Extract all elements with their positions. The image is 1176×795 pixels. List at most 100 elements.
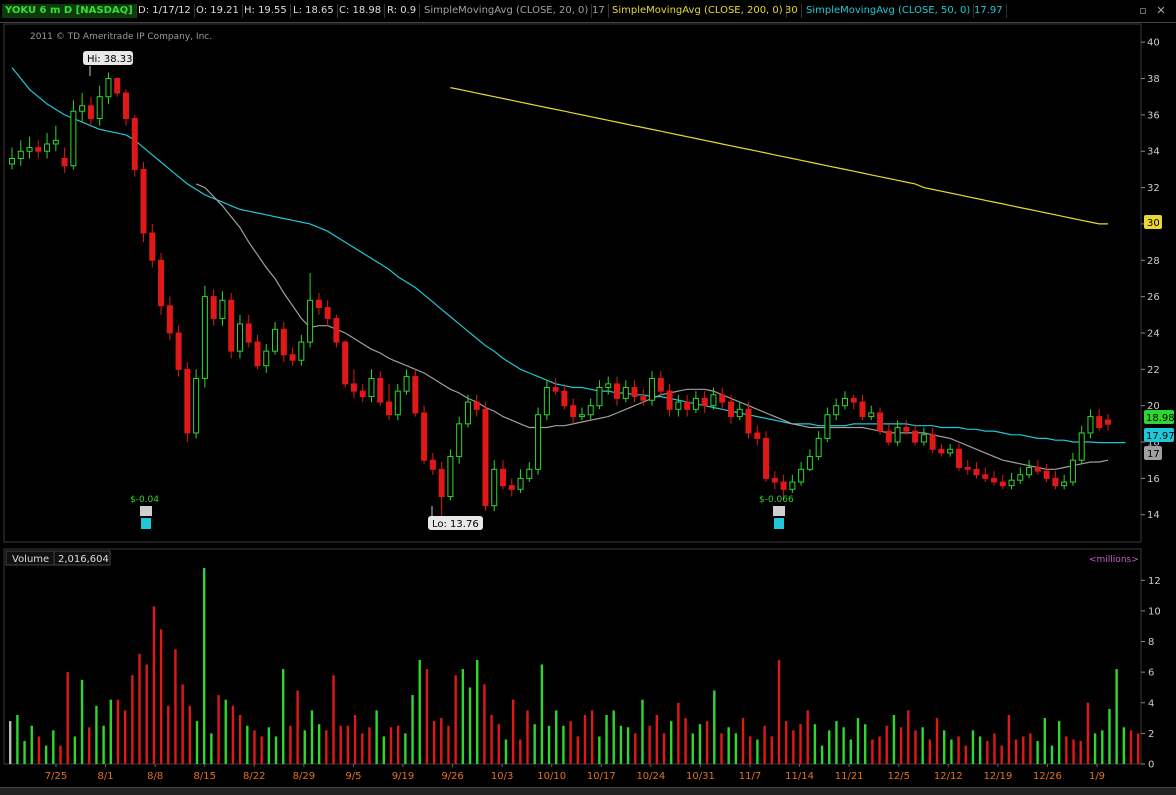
date-tick-label: 12/19 (983, 771, 1012, 782)
volume-bar (943, 730, 946, 764)
dividend-marker-1[interactable]: $-0.04 (130, 495, 159, 529)
volume-bar (1065, 736, 1068, 764)
volume-bar (677, 702, 680, 764)
candle (272, 322, 279, 355)
candle (219, 291, 226, 326)
candle-body (771, 477, 778, 483)
volume-bar (655, 715, 659, 764)
volume-bar (224, 699, 227, 764)
candle-body (1087, 416, 1094, 434)
volume-bar (806, 710, 809, 764)
volume-bar (188, 705, 192, 764)
candle (526, 462, 533, 483)
phone-icon (140, 506, 152, 516)
volume-bar (662, 733, 666, 764)
candle-body (1096, 416, 1103, 428)
volume-tick-label: 12 (1148, 576, 1161, 587)
sma50-bubble: 17.97 (1146, 431, 1175, 442)
candle-body (973, 468, 980, 476)
candle-body (763, 437, 770, 479)
candle-body (263, 350, 270, 367)
volume-bar (1137, 733, 1140, 764)
volume-bar (246, 725, 249, 764)
volume-bar (950, 739, 953, 764)
candle-body (631, 387, 638, 398)
candle-body (500, 468, 507, 487)
volume-bar (1000, 745, 1003, 764)
candle-body (947, 448, 954, 454)
report-icon (774, 518, 784, 529)
candle (850, 394, 857, 410)
volume-bar (289, 725, 292, 764)
candle-body (1043, 470, 1050, 479)
volume-bar (892, 715, 896, 764)
volume-bar (231, 705, 235, 764)
candle (245, 314, 252, 348)
candle-body (219, 299, 226, 319)
candle (1043, 463, 1050, 483)
candle (166, 296, 173, 341)
candle (315, 292, 322, 315)
candle-body (1026, 466, 1033, 476)
candle-body (570, 405, 577, 418)
candle (61, 147, 68, 174)
candle-body (798, 468, 805, 483)
candle-body (44, 143, 51, 152)
candle (70, 100, 77, 170)
candle-body (386, 401, 393, 416)
date-tick-label: 10/3 (491, 771, 513, 782)
volume-bar (296, 690, 299, 764)
candle (798, 462, 805, 486)
date-tick-label: 10/17 (587, 771, 616, 782)
candle-body (1052, 477, 1059, 487)
candle-body (429, 459, 436, 470)
candle-body (727, 401, 734, 418)
volume-bar (476, 659, 479, 764)
date-tick-label: 11/7 (739, 771, 761, 782)
candle (701, 391, 708, 413)
volume-bar (576, 736, 579, 764)
volume-bar (792, 730, 795, 764)
volume-bar (267, 727, 271, 764)
volume-bar (856, 718, 860, 764)
volume-bar (317, 724, 321, 764)
candle-body (359, 390, 366, 398)
volume-bar (123, 710, 127, 764)
volume-bar (928, 739, 932, 764)
candle (333, 314, 340, 348)
volume-bar (899, 727, 903, 764)
candle (789, 474, 796, 493)
volume-bar (519, 739, 522, 764)
candle-body (464, 401, 471, 425)
candle (561, 383, 568, 410)
volume-bar (238, 715, 242, 764)
price-tick-label: 40 (1147, 38, 1160, 49)
candle (1061, 474, 1068, 490)
candle (920, 427, 927, 446)
volume-bar (526, 710, 529, 764)
candle-body (140, 168, 147, 234)
candle (535, 407, 542, 475)
low-callout: Lo: 13.76 (428, 506, 483, 530)
candle-body (754, 432, 761, 439)
volume-bar (181, 684, 184, 764)
candle-body (508, 485, 515, 490)
candle (745, 402, 752, 439)
candle (500, 460, 507, 490)
dividend-marker-2[interactable]: $-0.066 (759, 495, 794, 529)
volume-bar (447, 725, 450, 764)
volume-bar (1129, 730, 1133, 764)
volume-bar (1072, 739, 1075, 764)
chart-canvas[interactable]: 2011 © TD Ameritrade IP Company, Inc. 14… (0, 0, 1176, 794)
last-price-bubble: 18.98 (1146, 413, 1175, 424)
date-tick-label: 11/14 (785, 771, 814, 782)
volume-bar (1043, 718, 1046, 764)
volume-bar (871, 739, 874, 764)
candle (1078, 425, 1085, 464)
sma20-bubble: 17 (1147, 449, 1160, 460)
volume-bar (195, 721, 199, 764)
volume-bar (468, 687, 472, 764)
volume-bar (217, 695, 220, 764)
candle (1096, 409, 1103, 432)
volume-bar (418, 659, 421, 764)
